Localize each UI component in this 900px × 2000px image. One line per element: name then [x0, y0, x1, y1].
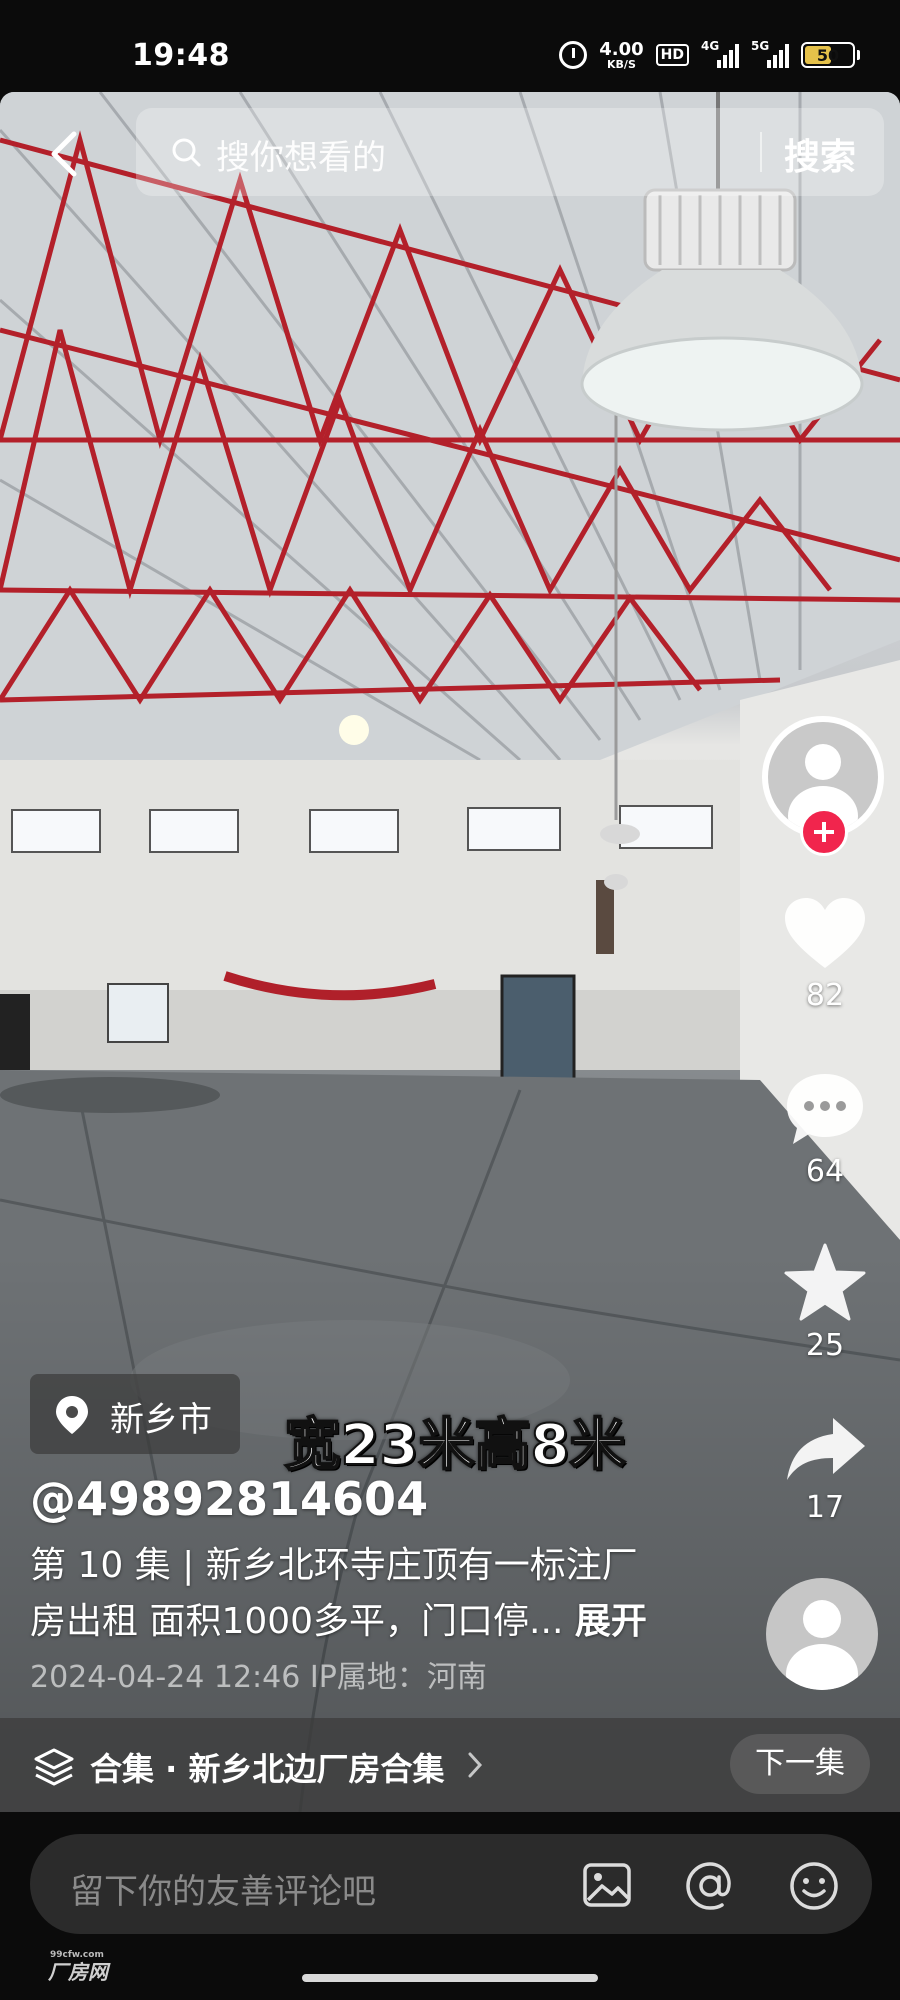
battery-icon: 50 — [801, 42, 855, 68]
comment-input-bar[interactable]: 留下你的友善评论吧 — [30, 1834, 872, 1934]
home-indicator[interactable] — [302, 1974, 598, 1982]
share-count: 17 — [805, 1490, 845, 1525]
image-icon[interactable] — [582, 1860, 632, 1910]
mention-at-icon[interactable] — [684, 1860, 736, 1912]
status-icons: 4.00 KB/S HD 4G 5G 50 — [559, 38, 860, 71]
favorite-count: 25 — [805, 1328, 845, 1363]
network-type-label: 4G — [701, 39, 720, 53]
follow-button[interactable] — [800, 808, 848, 856]
watermark-text: 厂房网 — [48, 1960, 108, 1984]
star-icon — [784, 1243, 866, 1321]
post-date: 2024-04-24 12:46 — [30, 1660, 301, 1695]
comment-button[interactable]: 64 — [772, 1070, 878, 1189]
collection-bar[interactable]: 合集 · 新乡北边厂房合集 下一集 — [0, 1718, 900, 1812]
search-input[interactable]: 搜你想看的 — [216, 130, 386, 179]
search-bar[interactable]: 搜你想看的 搜索 — [136, 108, 884, 196]
ip-location: IP属地：河南 — [309, 1660, 487, 1695]
next-episode-button[interactable]: 下一集 — [730, 1734, 870, 1794]
alarm-icon — [559, 41, 588, 69]
video-caption-overlay: 宽23米高8米 — [284, 1412, 627, 1479]
like-count: 82 — [805, 978, 845, 1013]
network-speed: 4.00 KB/S — [599, 38, 644, 71]
search-icon — [172, 138, 201, 167]
comment-bubble-icon — [787, 1074, 863, 1144]
favorite-button[interactable]: 25 — [772, 1242, 878, 1363]
hd-icon: HD — [655, 44, 689, 66]
network-type-label-2: 5G — [751, 39, 770, 53]
video-description[interactable]: 第 10 集 | 新乡北环寺庄顶有一标注厂房出租 面积1000多平，门口停...… — [30, 1538, 670, 1650]
site-watermark: 厂房网 99cfw.com — [10, 1950, 108, 1985]
layers-icon — [34, 1748, 74, 1786]
emoji-icon[interactable] — [788, 1860, 840, 1912]
status-bar: 19:48 4.00 KB/S HD 4G 5G 50 — [0, 0, 900, 92]
signal-icon: 4G — [701, 39, 739, 68]
battery-tip — [857, 50, 860, 60]
heart-icon — [785, 898, 865, 968]
status-time: 19:48 — [132, 38, 230, 73]
search-button[interactable]: 搜索 — [784, 128, 856, 180]
collection-label[interactable]: 合集 · 新乡北边厂房合集 — [90, 1744, 444, 1790]
expand-button[interactable]: 展开 — [575, 1601, 647, 1642]
post-meta: 2024-04-24 12:46 IP属地：河南 — [30, 1652, 487, 1696]
chevron-right-icon — [468, 1752, 483, 1778]
speed-value: 4.00 — [599, 38, 644, 60]
description-text: 第 10 集 | 新乡北环寺庄顶有一标注厂房出租 面积1000多平，门口停... — [30, 1545, 638, 1642]
comment-count: 64 — [805, 1154, 845, 1189]
watermark-sub: 99cfw.com — [50, 1950, 104, 1960]
comment-input[interactable]: 留下你的友善评论吧 — [70, 1864, 376, 1913]
search-divider — [760, 132, 762, 172]
battery-level: 50 — [816, 45, 840, 65]
back-arrow-icon[interactable] — [46, 128, 82, 180]
speed-unit: KB/S — [607, 57, 636, 71]
like-button[interactable]: 82 — [772, 896, 878, 1013]
author-handle[interactable]: @49892814604 — [30, 1472, 428, 1526]
music-disc-avatar[interactable] — [766, 1578, 878, 1690]
signal-icon-secondary: 5G — [751, 39, 789, 68]
